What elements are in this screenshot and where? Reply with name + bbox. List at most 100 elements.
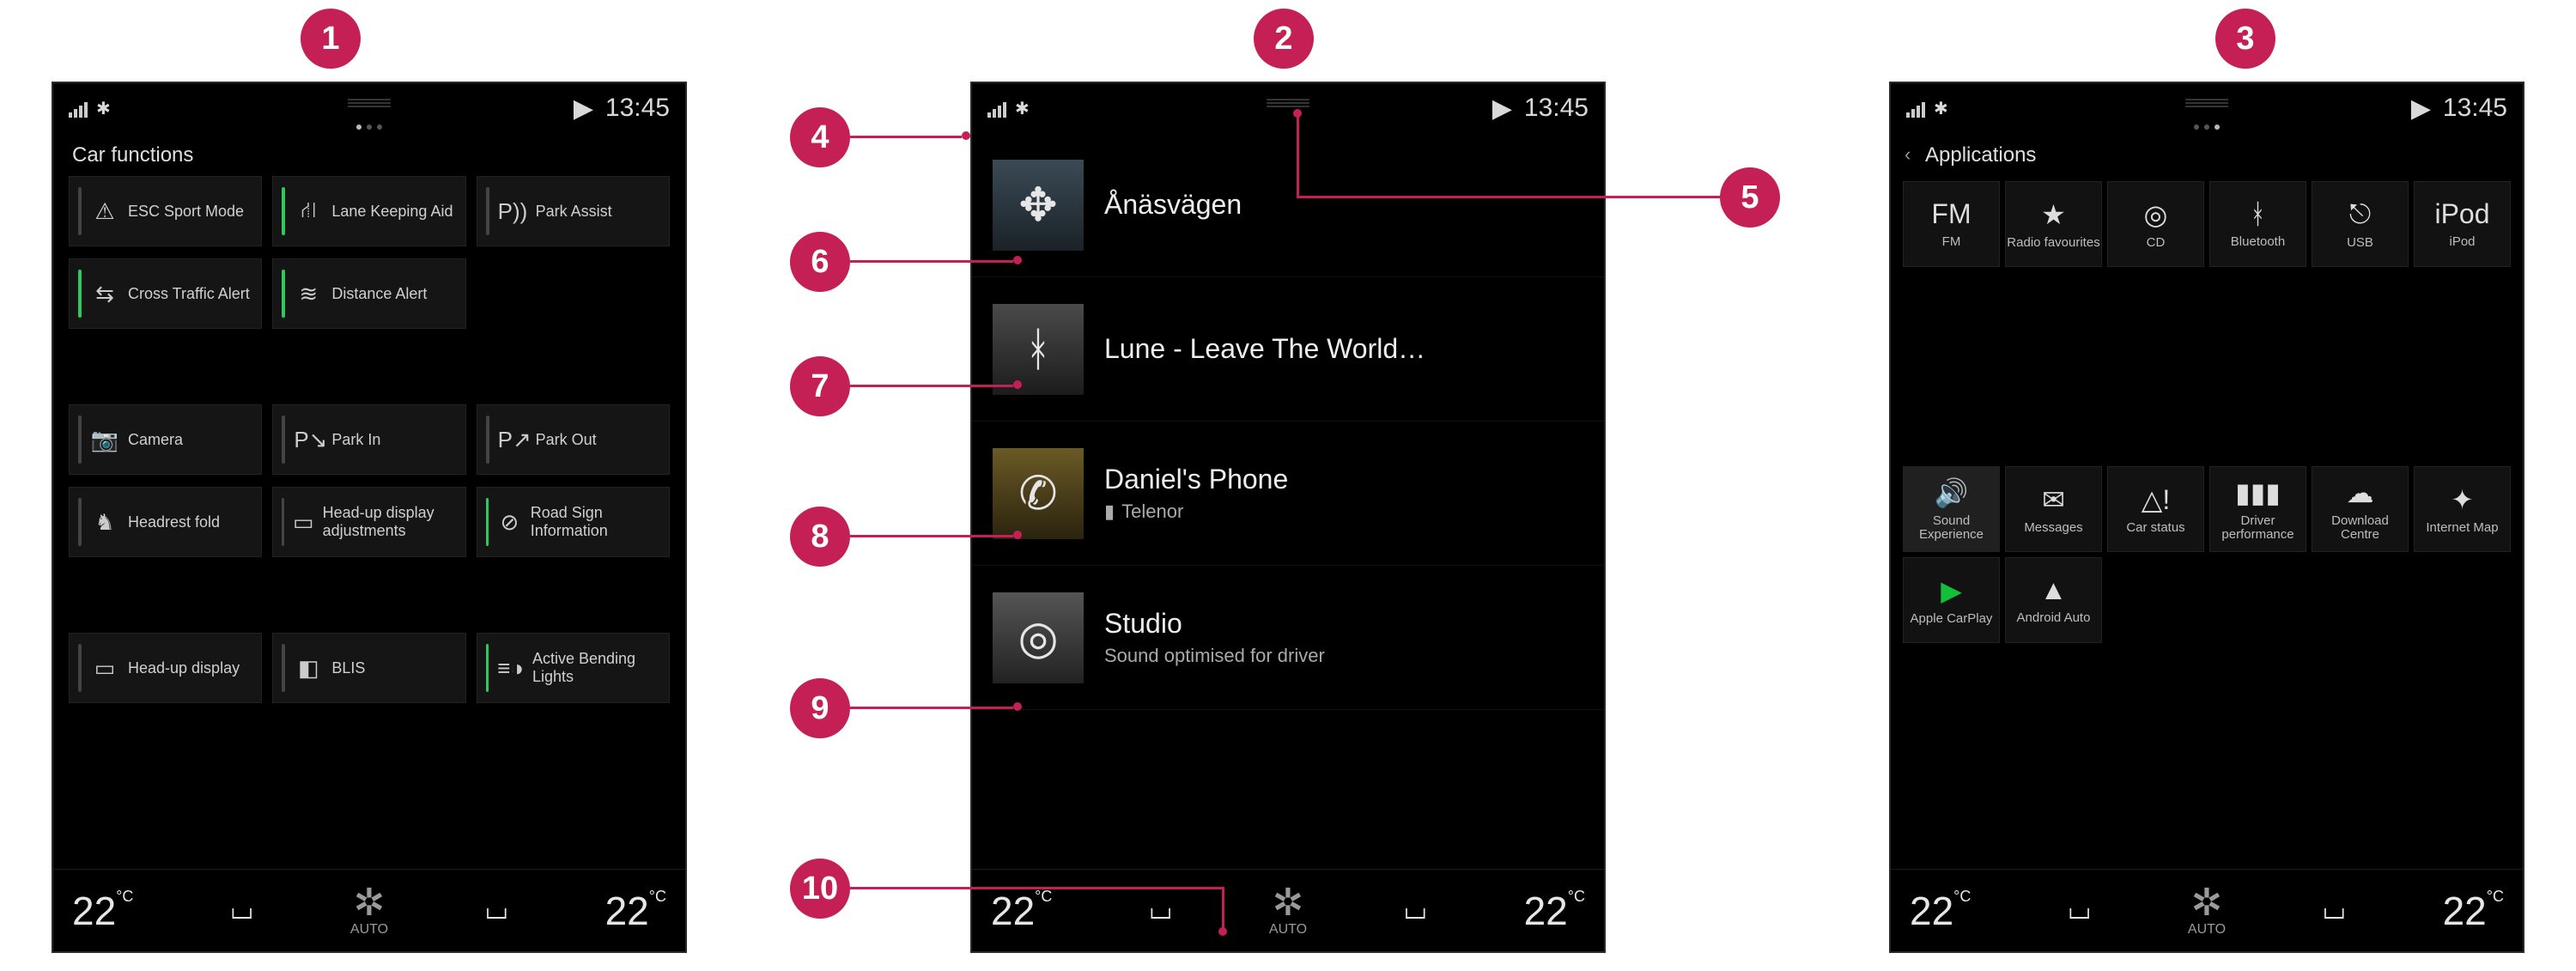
temp-right[interactable]: 22°C: [605, 888, 666, 934]
app-status[interactable]: △!Car status: [2107, 466, 2204, 552]
function-tile[interactable]: ⇆Cross Traffic Alert: [69, 258, 262, 329]
leader-dot-9: [1013, 702, 1022, 711]
home-tile-bt[interactable]: ᚼ Lune - Leave The World…: [972, 277, 1604, 422]
app-imap[interactable]: ✦Internet Map: [2414, 466, 2511, 552]
home-tile-sound[interactable]: ◎StudioSound optimised for driver: [972, 566, 1604, 710]
function-tile[interactable]: ⊘Road Sign Information: [477, 487, 670, 557]
temp-right[interactable]: 22°C: [1524, 888, 1585, 934]
function-tile[interactable]: ⛙Lane Keeping Aid: [272, 176, 465, 246]
app-ipod[interactable]: iPodiPod: [2414, 181, 2511, 267]
temp-left[interactable]: 22°C: [72, 888, 133, 934]
abl-icon: ≡◑: [497, 655, 524, 682]
callout-1: 1: [301, 9, 361, 69]
tile-label: Park In: [331, 431, 380, 449]
function-tile[interactable]: ≡◑Active Bending Lights: [477, 633, 670, 703]
callout-9: 9: [790, 678, 850, 738]
tile-label: Distance Alert: [331, 285, 427, 303]
title: Daniel's Phone: [1104, 464, 1288, 495]
back-icon[interactable]: ‹: [1905, 143, 1911, 166]
drag-handle-icon[interactable]: [2185, 99, 2228, 109]
status-bar: ✱ ▶ 13:45: [53, 83, 685, 133]
title: Ånäsvägen: [1104, 189, 1242, 221]
status-bar-indicator: [78, 416, 82, 464]
app-label: CD: [2147, 236, 2166, 251]
bt-icon: ᚼ: [993, 304, 1084, 395]
battery-icon: ▮: [1104, 501, 1115, 523]
app-usb[interactable]: ⎋USB: [2312, 181, 2409, 267]
function-tile[interactable]: ≋Distance Alert: [272, 258, 465, 329]
temp-left[interactable]: 22°C: [1910, 888, 1971, 934]
temp-left[interactable]: 22°C: [991, 888, 1052, 934]
seat-left-icon[interactable]: ⏘: [1149, 891, 1171, 930]
drag-handle-icon[interactable]: [348, 99, 391, 109]
leader-dot-5: [1293, 109, 1302, 118]
seat-right-icon[interactable]: ⏘: [2323, 891, 2345, 930]
function-tile[interactable]: P↘ Park In: [272, 404, 465, 475]
function-tile[interactable]: ♞Headrest fold: [69, 487, 262, 557]
climate-bar[interactable]: 22°C ⏘ ✲AUTO ⏘ 22°C: [53, 869, 685, 951]
app-msg[interactable]: ✉Messages: [2005, 466, 2102, 552]
home-tile-nav[interactable]: ✥Ånäsvägen: [972, 133, 1604, 277]
screen-home: ✱ ▶ 13:45 ✥ÅnäsvägenᚼLune - Leave The Wo…: [970, 82, 1606, 953]
title: Lune - Leave The World…: [1104, 333, 1425, 365]
function-tile[interactable]: ▭Head-up display: [69, 633, 262, 703]
drag-handle-icon[interactable]: [1267, 99, 1309, 109]
app-fm[interactable]: FMFM: [1903, 181, 2000, 267]
status-bar-indicator: [282, 498, 284, 546]
status-bar-indicator: [78, 644, 82, 692]
page-indicator: [2194, 124, 2220, 130]
leader-8: [850, 535, 1013, 537]
app-label: Sound Experience: [1904, 514, 1999, 543]
home-list: ✥Ånäsvägen ᚼ Lune - Leave The World… ✆ Danie…: [972, 133, 1604, 869]
climate-bar[interactable]: 22°C ⏘ ✲AUTO ⏘ 22°C: [972, 869, 1604, 951]
fan-button[interactable]: ✲AUTO: [1269, 884, 1307, 938]
seat-right-icon[interactable]: ⏘: [485, 891, 507, 930]
leader-dot-6: [1013, 256, 1022, 264]
carplay-icon: ▶: [1941, 574, 1962, 607]
seat-left-icon[interactable]: ⏘: [230, 891, 252, 930]
leader-7: [850, 385, 1013, 387]
subtitle: ▮Telenor: [1104, 501, 1288, 523]
app-dlc[interactable]: ☁Download Centre: [2312, 466, 2409, 552]
app-cd[interactable]: ◎ CD: [2107, 181, 2204, 267]
leader-dot-4: [962, 131, 970, 140]
fan-button[interactable]: ✲AUTO: [2188, 884, 2226, 938]
cd-icon: ◎: [2144, 198, 2168, 231]
function-tile[interactable]: ▭Head-up display adjustments: [272, 487, 465, 557]
function-tile[interactable]: 📷Camera: [69, 404, 262, 475]
status-bar-indicator: [78, 270, 82, 318]
status-bar-indicator: [486, 416, 489, 464]
function-tile[interactable]: P))Park Assist: [477, 176, 670, 246]
function-tile[interactable]: ⚠ESC Sport Mode: [69, 176, 262, 246]
seat-right-icon[interactable]: ⏘: [1404, 891, 1426, 930]
signal-icon: [69, 99, 88, 118]
leader-5a: [1297, 196, 1722, 198]
fan-button[interactable]: ✲AUTO: [350, 884, 388, 938]
callout-3: 3: [2215, 9, 2275, 69]
leader-dot-7: [1013, 380, 1022, 389]
function-tile[interactable]: ◧BLIS: [272, 633, 465, 703]
status-bar-indicator: [78, 498, 82, 546]
parkout-icon: P↗: [498, 427, 527, 453]
app-aauto[interactable]: ▲Android Auto: [2005, 557, 2102, 643]
phone-icon: ✆: [993, 448, 1084, 539]
seat-left-icon[interactable]: ⏘: [2068, 891, 2090, 930]
home-tile-phone[interactable]: ✆ Daniel's Phone ▮Telenor: [972, 422, 1604, 566]
temp-right[interactable]: 22°C: [2443, 888, 2504, 934]
climate-bar[interactable]: 22°C ⏘ ✲AUTO ⏘ 22°C: [1891, 869, 2523, 951]
usb-icon: ⎋: [2349, 198, 2371, 231]
app-carplay[interactable]: ▶Apple CarPlay: [1903, 557, 2000, 643]
app-bt[interactable]: ᚼBluetooth: [2209, 181, 2306, 267]
parkin-icon: P↘: [294, 427, 323, 453]
status-bar-indicator: [282, 416, 285, 464]
leader-6: [850, 260, 1013, 263]
app-sound[interactable]: 🔊Sound Experience: [1903, 466, 2000, 552]
app-favr[interactable]: ★Radio favourites: [2005, 181, 2102, 267]
camera-icon: 📷: [90, 427, 119, 453]
screen-applications: ✱ ▶ 13:45 ‹ Applications FMFM★Radio favo…: [1889, 82, 2524, 953]
status-bar-indicator: [486, 498, 489, 546]
function-tile[interactable]: P↗Park Out: [477, 404, 670, 475]
app-drvperf[interactable]: ▮▮▮Driver performance: [2209, 466, 2306, 552]
app-label: Download Centre: [2312, 514, 2408, 543]
status-bar-indicator: [282, 644, 285, 692]
